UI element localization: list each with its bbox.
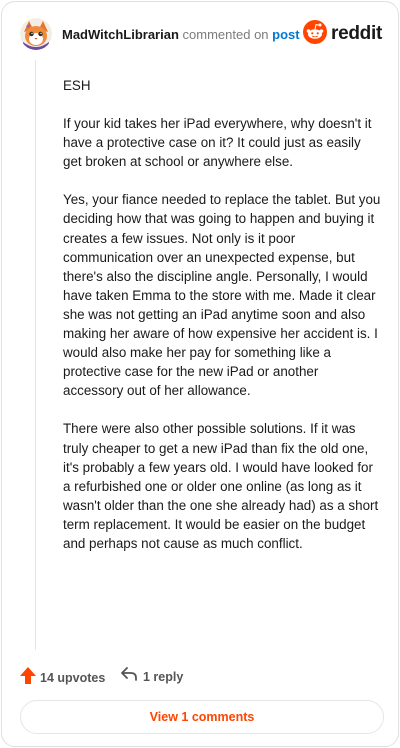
- comment-paragraph: There were also other possible solutions…: [63, 421, 379, 551]
- comment-body: ESH If your kid takes her iPad everywher…: [63, 76, 381, 572]
- upvote-button[interactable]: 14 upvotes: [20, 667, 105, 689]
- view-comments-button[interactable]: View 1 comments: [20, 700, 384, 734]
- author-line: MadWitchLibrarian commented on post: [62, 27, 300, 42]
- reply-button[interactable]: 1 reply: [121, 667, 183, 686]
- comment-card: MadWitchLibrarian commented on post redd…: [1, 1, 399, 747]
- reddit-logo-icon: [303, 19, 328, 49]
- comment-paragraph: ESH: [63, 78, 91, 93]
- thread-line: [35, 60, 36, 650]
- comment-paragraph: If your kid takes her iPad everywhere, w…: [63, 116, 372, 170]
- avatar-icon[interactable]: [20, 18, 52, 50]
- upvotes-count: 14 upvotes: [40, 671, 106, 685]
- author-name[interactable]: MadWitchLibrarian: [62, 27, 179, 42]
- action-text: commented on: [182, 27, 269, 42]
- comment-footer: 14 upvotes 1 reply: [20, 666, 320, 688]
- reply-arrow-icon: [121, 667, 137, 686]
- reddit-brand[interactable]: reddit: [303, 19, 382, 49]
- reddit-wordmark: reddit: [331, 23, 382, 44]
- reply-count: 1 reply: [143, 669, 184, 684]
- comment-paragraph: Yes, your fiance needed to replace the t…: [63, 192, 381, 399]
- comment-header: MadWitchLibrarian commented on post redd…: [20, 18, 382, 52]
- post-link[interactable]: post: [272, 27, 299, 42]
- upvote-arrow-icon[interactable]: [20, 667, 36, 689]
